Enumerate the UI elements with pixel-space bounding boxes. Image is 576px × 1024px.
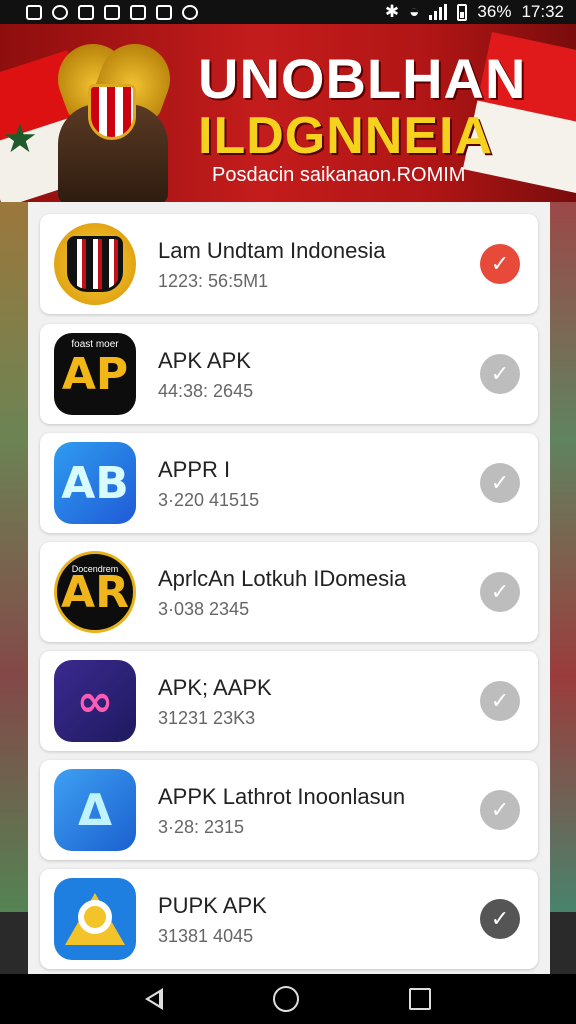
- notification-icons: [26, 4, 198, 20]
- app-name: AprlcAn Lotkuh IDomesia: [158, 566, 407, 591]
- notification-icon: [182, 4, 198, 20]
- app-name: APPR I: [158, 457, 231, 482]
- bluetooth-icon: ✱: [384, 2, 400, 21]
- app-meta: 3·038 2345: [158, 599, 250, 619]
- app-name: APK; AAPK: [158, 675, 272, 700]
- garuda-emblem-image: [48, 34, 180, 202]
- app-meta: 3·220 41515: [158, 490, 260, 510]
- home-icon[interactable]: [273, 986, 299, 1012]
- signal-icon: [429, 4, 448, 20]
- pink-ribbon-logo-icon: ∞: [54, 660, 136, 742]
- battery-icon: [457, 3, 468, 21]
- location-icon: [52, 4, 68, 20]
- ap-logo-icon: foast moer AP: [54, 333, 136, 415]
- app-meta: 1223: 56:5M1: [158, 271, 269, 291]
- list-item[interactable]: AВ APPR I 3·220 41515 ✓: [40, 433, 538, 533]
- list-item[interactable]: ∞ APK; AAPK 31231 23K3 ✓: [40, 651, 538, 751]
- app-meta: 31381 4045: [158, 926, 254, 946]
- app-name: PUPK APK: [158, 893, 267, 918]
- check-icon[interactable]: ✓: [480, 244, 520, 284]
- app-meta: 3·28: 2315: [158, 817, 245, 837]
- check-icon[interactable]: ✓: [480, 354, 520, 394]
- notification-icon: [156, 4, 172, 20]
- back-icon[interactable]: [145, 988, 163, 1010]
- battery-percent: 36%: [477, 2, 512, 21]
- check-icon[interactable]: ✓: [480, 463, 520, 503]
- clock: 17:32: [521, 2, 564, 21]
- check-icon[interactable]: ✓: [480, 681, 520, 721]
- background-blur-left: [0, 202, 28, 912]
- check-icon[interactable]: ✓: [480, 899, 520, 939]
- check-icon[interactable]: ✓: [480, 572, 520, 612]
- app-name: APK APK: [158, 348, 251, 373]
- status-bar: ✱ ◒ 36% 17:32: [0, 0, 576, 24]
- banner-title: UNOBLHAN: [198, 47, 527, 110]
- list-item[interactable]: PUPK APK 31381 4045 ✓: [40, 869, 538, 969]
- ar-circle-logo-icon: Docendrem AR: [54, 551, 136, 633]
- check-icon[interactable]: ✓: [480, 790, 520, 830]
- screen: ✱ ◒ 36% 17:32 ★ UNOBLHAN ILDGNNEIA Posda…: [0, 0, 576, 1024]
- ap-outline-logo-icon: AВ: [54, 442, 136, 524]
- notification-icon: [26, 4, 42, 20]
- recents-icon[interactable]: [409, 988, 431, 1010]
- notification-icon: [78, 4, 94, 20]
- app-list: Lam Undtam Indonesia 1223: 56:5M1 ✓ foas…: [28, 202, 550, 974]
- app-meta: 31231 23K3: [158, 708, 256, 728]
- notification-icon: [130, 4, 146, 20]
- list-item[interactable]: foast moer AP APK APK 44:38: 2645 ✓: [40, 324, 538, 424]
- list-item[interactable]: Docendrem AR AprlcAn Lotkuh IDomesia 3·0…: [40, 542, 538, 642]
- banner-subtitle: Posdacin saikanaon.ROMIM: [212, 164, 466, 186]
- navigation-bar: [0, 974, 576, 1024]
- app-name: APPK Lathrot Inoonlasun: [158, 784, 406, 809]
- banner-title-line2: ILDGNNEIA: [198, 107, 493, 165]
- list-item[interactable]: Δ APPK Lathrot Inoonlasun 3·28: 2315 ✓: [40, 760, 538, 860]
- triangle-logo-icon: Δ: [54, 769, 136, 851]
- wifi-icon: ◒: [409, 2, 420, 21]
- colorful-triangle-logo-icon: [54, 878, 136, 960]
- striped-shield-logo-icon: [54, 223, 136, 305]
- system-icons: ✱ ◒ 36% 17:32: [385, 2, 564, 22]
- app-meta: 44:38: 2645: [158, 381, 254, 401]
- header-banner: ★ UNOBLHAN ILDGNNEIA Posdacin saikanaon.…: [0, 24, 576, 202]
- background-blur-right: [548, 202, 576, 912]
- app-name: Lam Undtam Indonesia: [158, 238, 386, 263]
- star-icon: ★: [2, 117, 38, 161]
- notification-icon: [104, 4, 120, 20]
- list-item[interactable]: Lam Undtam Indonesia 1223: 56:5M1 ✓: [40, 214, 538, 314]
